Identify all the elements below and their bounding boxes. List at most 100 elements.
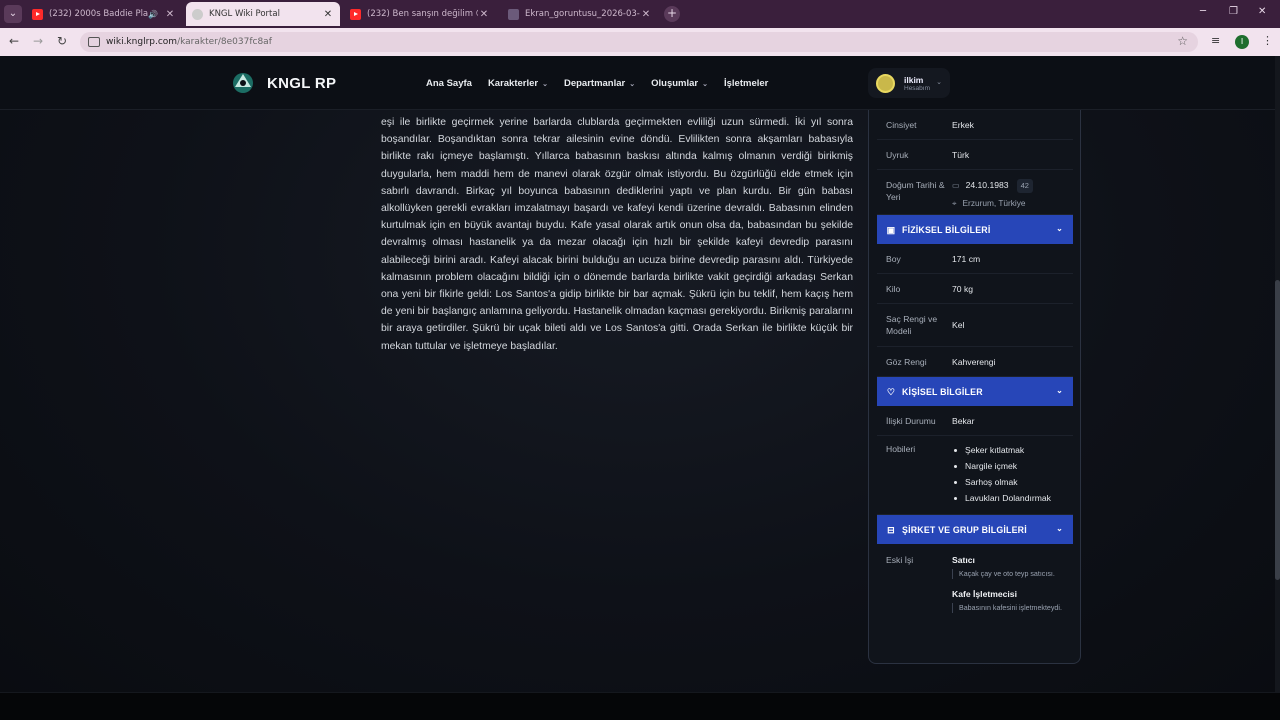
weight-label: Kilo — [886, 283, 901, 294]
weight-row: Kilo 70 kg — [877, 274, 1073, 304]
job-entry: Satıcı Kaçak çay ve oto teyp satıcısı. — [952, 555, 1073, 579]
hobby-item: Şeker kıtlatmak — [952, 444, 1073, 457]
close-tab-icon[interactable]: ✕ — [164, 9, 176, 20]
character-story: eşi ile birlikte geçirmek yerine barlard… — [381, 108, 853, 408]
tab-title: (232) 2000s Baddie Playlist — [49, 9, 149, 19]
character-info-panel: Cinsiyet Erkek Uyruk Türk Doğum Tarihi &… — [868, 110, 1081, 664]
tab-title: Ekran_goruntusu_2026-03-06 — [525, 9, 640, 19]
heart-icon: ♡ — [886, 386, 896, 397]
nav-label: Oluşumlar — [651, 78, 699, 89]
jobs-list: Satıcı Kaçak çay ve oto teyp satıcısı. K… — [952, 555, 1073, 644]
hobby-item: Nargile içmek — [952, 460, 1073, 473]
hair-label: Saç Rengi ve Modeli — [886, 314, 938, 336]
nav-ana-sayfa[interactable]: Ana Sayfa — [426, 78, 472, 89]
nav-label: Ana Sayfa — [426, 78, 472, 89]
site-info-icon[interactable] — [88, 37, 100, 47]
nav-olusumlar[interactable]: Oluşumlar ⌄ — [651, 78, 708, 89]
eye-value: Kahverengi — [952, 356, 996, 367]
tab-kngl-wiki[interactable]: KNGL Wiki Portal ✕ — [186, 2, 340, 26]
personal-section-title: KİŞİSEL BİLGİLER — [902, 386, 983, 397]
close-tab-icon[interactable]: ✕ — [322, 9, 334, 20]
site-header: KNGL RP Ana Sayfa Karakterler ⌄ Departman… — [0, 56, 1275, 110]
hair-row: Saç Rengi ve Modeli Kel — [877, 304, 1073, 347]
weight-value: 70 kg — [952, 283, 974, 294]
height-value: 171 cm — [952, 253, 981, 264]
page-footer-strip — [0, 692, 1280, 720]
minimize-icon[interactable]: ─ — [1200, 6, 1206, 17]
back-icon[interactable]: ← — [6, 34, 22, 48]
user-menu[interactable]: ilkim Hesabım ⌄ — [868, 68, 950, 98]
job-description: Babasının kafesini işletmekteydi. — [952, 603, 1073, 613]
url-path: /karakter/8e037fc8af — [177, 37, 272, 47]
chevron-down-icon: ⌄ — [629, 80, 636, 88]
close-tab-icon[interactable]: ✕ — [478, 9, 490, 20]
main-nav: Ana Sayfa Karakterler ⌄ Departmanlar ⌄ Olu… — [426, 78, 768, 89]
tab-youtube-playlist[interactable]: (232) 2000s Baddie Playlist 🔊 ✕ — [26, 4, 182, 24]
physical-section-header[interactable]: ▣ FİZİKSEL BİLGİLERİ ⌄ — [877, 215, 1073, 244]
relationship-row: İlişki Durumu Bekar — [877, 406, 1073, 436]
birth-label: Doğum Tarihi & Yeri — [886, 180, 945, 202]
tab-title: (232) Ben sanşın değilim 😝😝 — [367, 9, 478, 19]
nav-karakterler[interactable]: Karakterler ⌄ — [488, 78, 548, 89]
company-section-header[interactable]: ⊟ ŞİRKET VE GRUP BİLGİLERİ ⌄ — [877, 515, 1073, 544]
close-tab-icon[interactable]: ✕ — [640, 9, 652, 20]
briefcase-icon: ⊟ — [887, 524, 895, 535]
youtube-icon — [32, 8, 43, 20]
eye-row: Göz Rengi Kahverengi — [877, 347, 1073, 377]
nav-label: İşletmeler — [723, 78, 769, 89]
chevron-down-icon[interactable]: ⌄ — [1056, 386, 1063, 395]
close-window-icon[interactable]: ✕ — [1258, 6, 1266, 17]
story-paragraph: eşi ile birlikte geçirmek yerine barlard… — [381, 117, 853, 352]
address-bar[interactable]: wiki.knglrp.com/karakter/8e037fc8af ☆ — [80, 32, 1198, 52]
former-job-label: Eski İşi — [886, 555, 914, 565]
hobby-item: Lavukları Dolandırmak — [952, 492, 1073, 505]
chevron-down-icon: ⌄ — [542, 80, 548, 88]
extensions-icon[interactable]: ≡ — [1211, 34, 1220, 47]
audio-playing-icon[interactable]: 🔊 — [148, 10, 158, 19]
hobby-item: Sarhoş olmak — [952, 476, 1073, 489]
relationship-value: Bekar — [952, 415, 975, 426]
physical-section-title: FİZİKSEL BİLGİLERİ — [902, 224, 991, 235]
job-description: Kaçak çay ve oto teyp satıcısı. — [952, 569, 1073, 579]
site-logo-text[interactable]: KNGL RP — [267, 75, 336, 92]
nav-departmanlar[interactable]: Departmanlar ⌄ — [564, 78, 635, 89]
logo-icon[interactable] — [230, 71, 256, 95]
profile-avatar[interactable]: I — [1235, 35, 1249, 49]
chevron-down-icon[interactable]: ⌄ — [1056, 524, 1063, 533]
image-frame-icon: ▣ — [886, 224, 896, 235]
personal-section-header[interactable]: ♡ KİŞİSEL BİLGİLER ⌄ — [877, 377, 1073, 406]
chevron-down-icon[interactable]: ⌄ — [1056, 224, 1063, 233]
birth-place: Erzurum, Türkiye — [962, 198, 1026, 208]
tab-youtube-video[interactable]: (232) Ben sanşın değilim 😝😝 ✕ — [344, 4, 496, 24]
gender-label: Cinsiyet — [886, 119, 917, 130]
site-icon — [192, 8, 203, 20]
age-badge: 42 — [1016, 179, 1033, 193]
new-tab-button[interactable]: + — [664, 6, 680, 22]
youtube-icon — [350, 8, 361, 20]
birth-row: Doğum Tarihi & Yeri ▭ 24.10.1983 42 ⌖ Erzur… — [877, 170, 1073, 215]
image-icon — [508, 8, 519, 20]
browser-toolbar: ← → ↻ wiki.knglrp.com/karakter/8e037fc8a… — [0, 28, 1280, 56]
restore-icon[interactable]: ❐ — [1229, 6, 1238, 17]
nationality-value: Türk — [952, 149, 970, 160]
height-row: Boy 171 cm — [877, 244, 1073, 274]
tab-search-icon[interactable]: ⌄ — [4, 5, 22, 23]
forward-icon[interactable]: → — [30, 34, 46, 48]
reload-icon[interactable]: ↻ — [54, 34, 70, 48]
gender-row: Cinsiyet Erkek — [877, 110, 1073, 140]
tab-screenshot[interactable]: Ekran_goruntusu_2026-03-06 ✕ — [502, 4, 658, 24]
browser-menu-icon[interactable]: ⋮ — [1262, 34, 1273, 47]
job-title: Satıcı — [952, 555, 975, 565]
relationship-label: İlişki Durumu — [886, 415, 936, 426]
nav-label: Karakterler — [487, 78, 539, 89]
nav-isletmeler[interactable]: İşletmeler — [724, 78, 768, 89]
height-label: Boy — [886, 253, 901, 264]
chevron-down-icon: ⌄ — [702, 80, 708, 88]
calendar-icon: ▭ — [952, 181, 960, 190]
user-name: ilkim — [904, 74, 924, 85]
chevron-down-icon: ⌄ — [936, 78, 942, 86]
browser-tabstrip: ⌄ (232) 2000s Baddie Playlist 🔊 ✕ KNGL W… — [0, 0, 1280, 28]
scrollbar-thumb[interactable] — [1275, 280, 1280, 580]
nationality-label: Uyruk — [886, 149, 909, 160]
bookmark-star-icon[interactable]: ☆ — [1177, 34, 1188, 48]
